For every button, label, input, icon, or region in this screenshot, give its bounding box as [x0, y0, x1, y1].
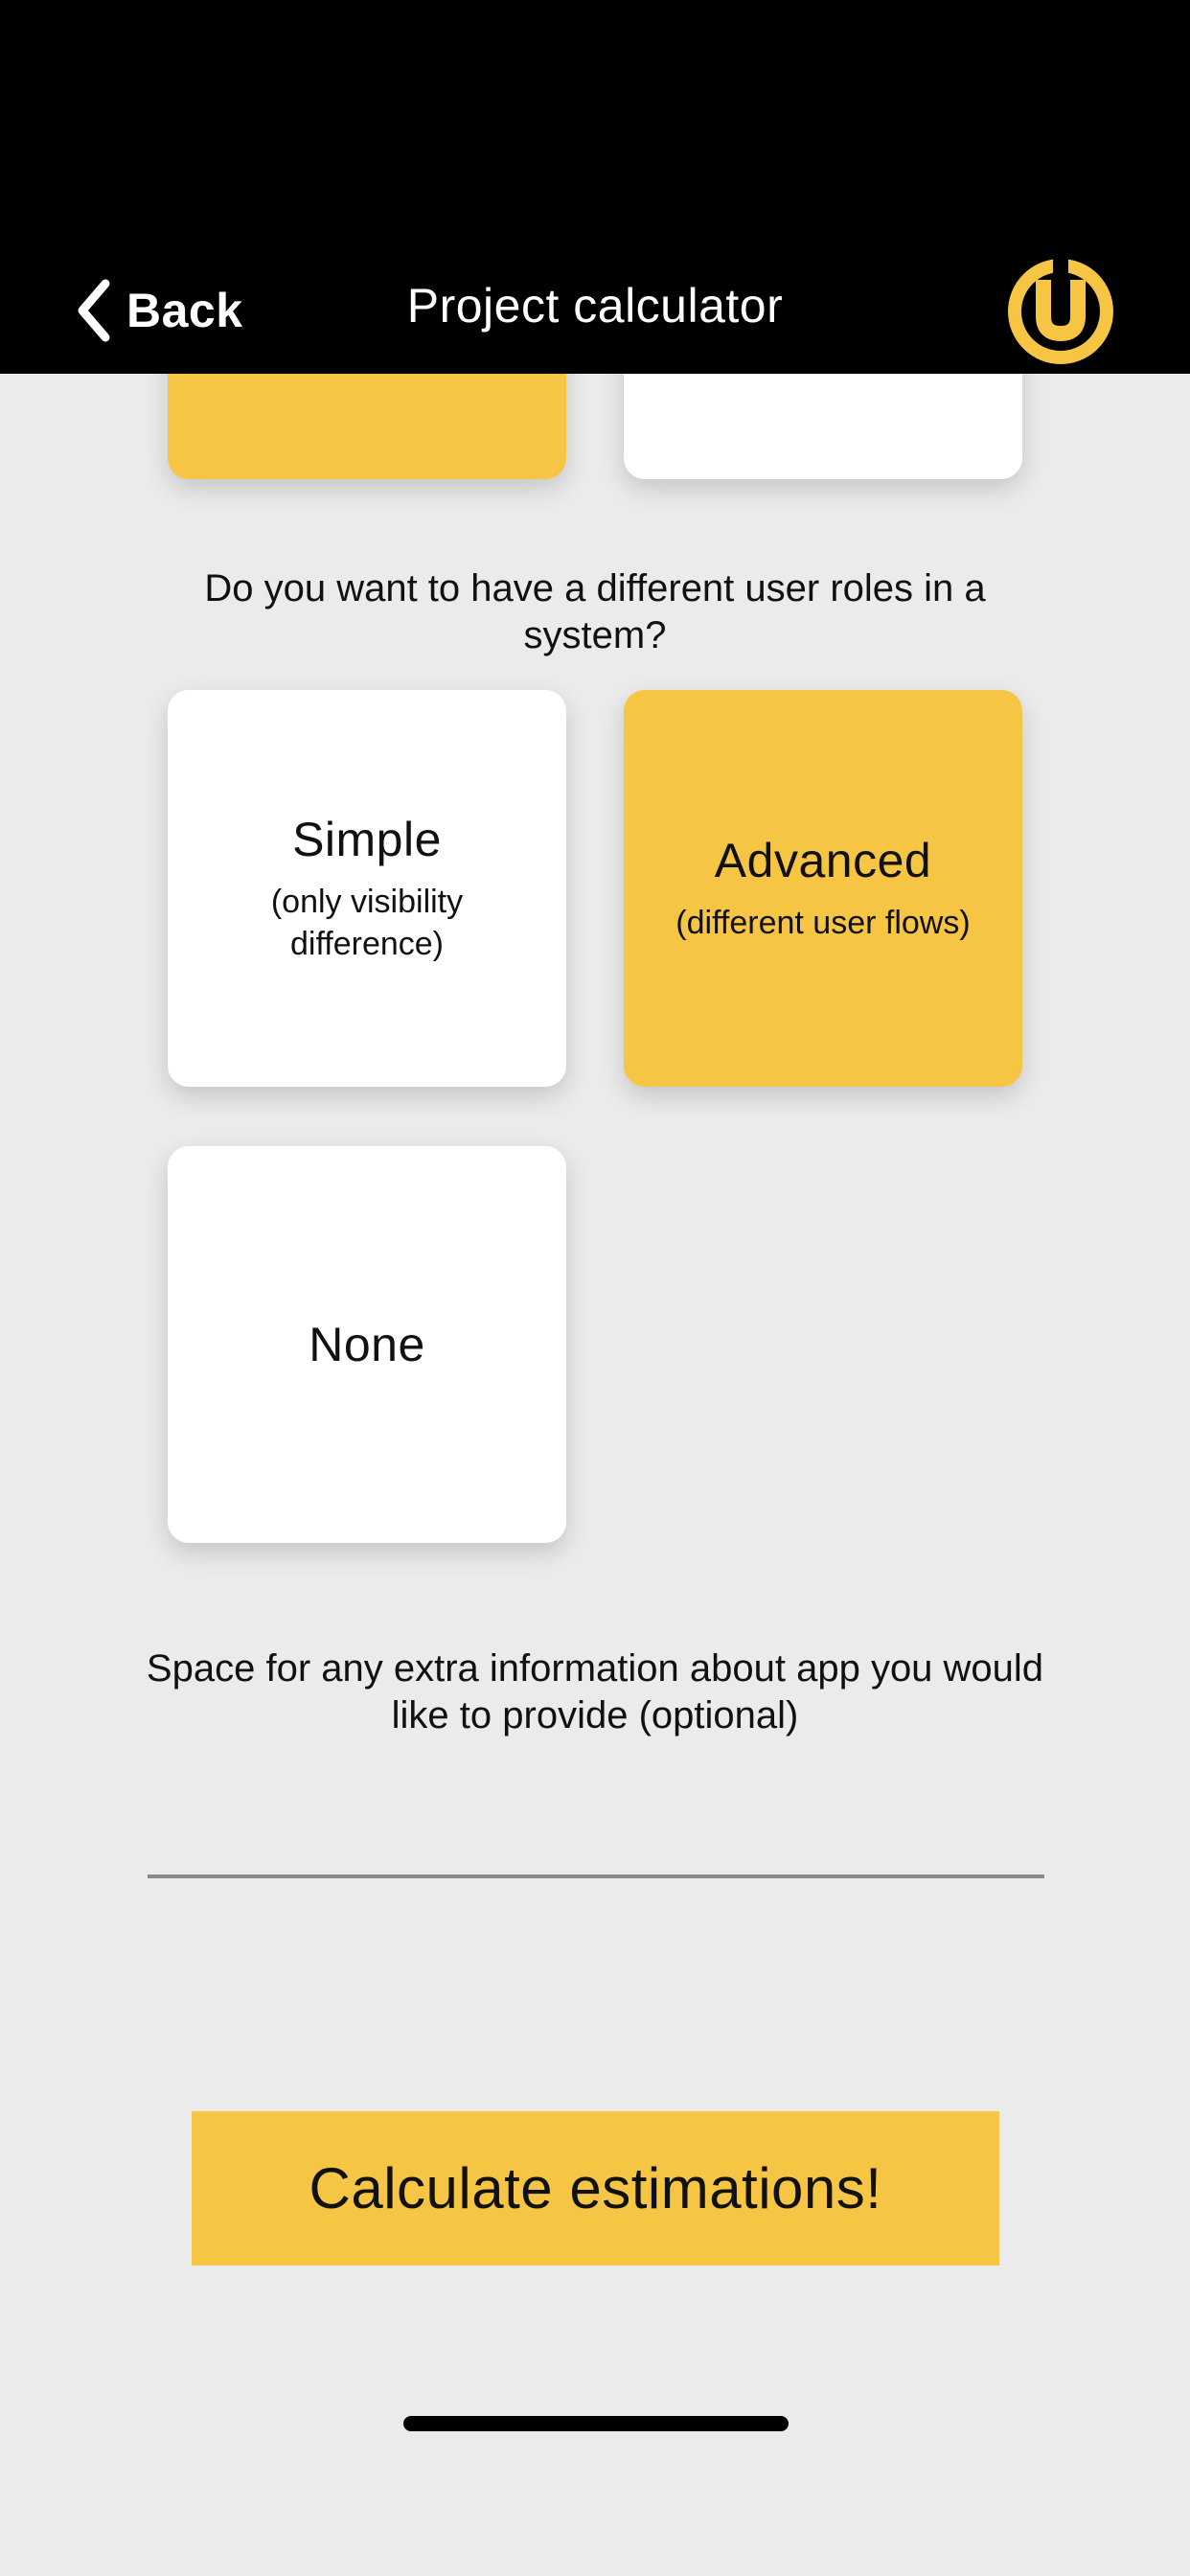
project-calculator-screen: Back Project calculator Do you want to h…	[0, 0, 1190, 2576]
extra-info-label: Space for any extra information about ap…	[146, 1647, 1044, 1736]
option-subtitle: (only visibility difference)	[270, 884, 464, 962]
option-none-card[interactable]: None	[168, 1146, 566, 1543]
extra-info-input[interactable]	[148, 1802, 1044, 1878]
option-advanced-card[interactable]: Advanced (different user flows)	[624, 690, 1022, 1087]
u-logo-icon	[1008, 257, 1113, 364]
home-indicator[interactable]	[403, 2416, 789, 2431]
option-simple-card[interactable]: Simple (only visibility difference)	[168, 690, 566, 1087]
calculate-estimations-button[interactable]: Calculate estimations!	[192, 2111, 999, 2266]
navigation-header: Back Project calculator	[0, 0, 1190, 374]
option-title: Advanced	[714, 834, 932, 887]
user-roles-question: Do you want to have a different user rol…	[204, 567, 986, 656]
option-title: None	[309, 1318, 425, 1371]
option-title: Simple	[292, 813, 442, 866]
option-subtitle: (different user flows)	[675, 905, 971, 941]
